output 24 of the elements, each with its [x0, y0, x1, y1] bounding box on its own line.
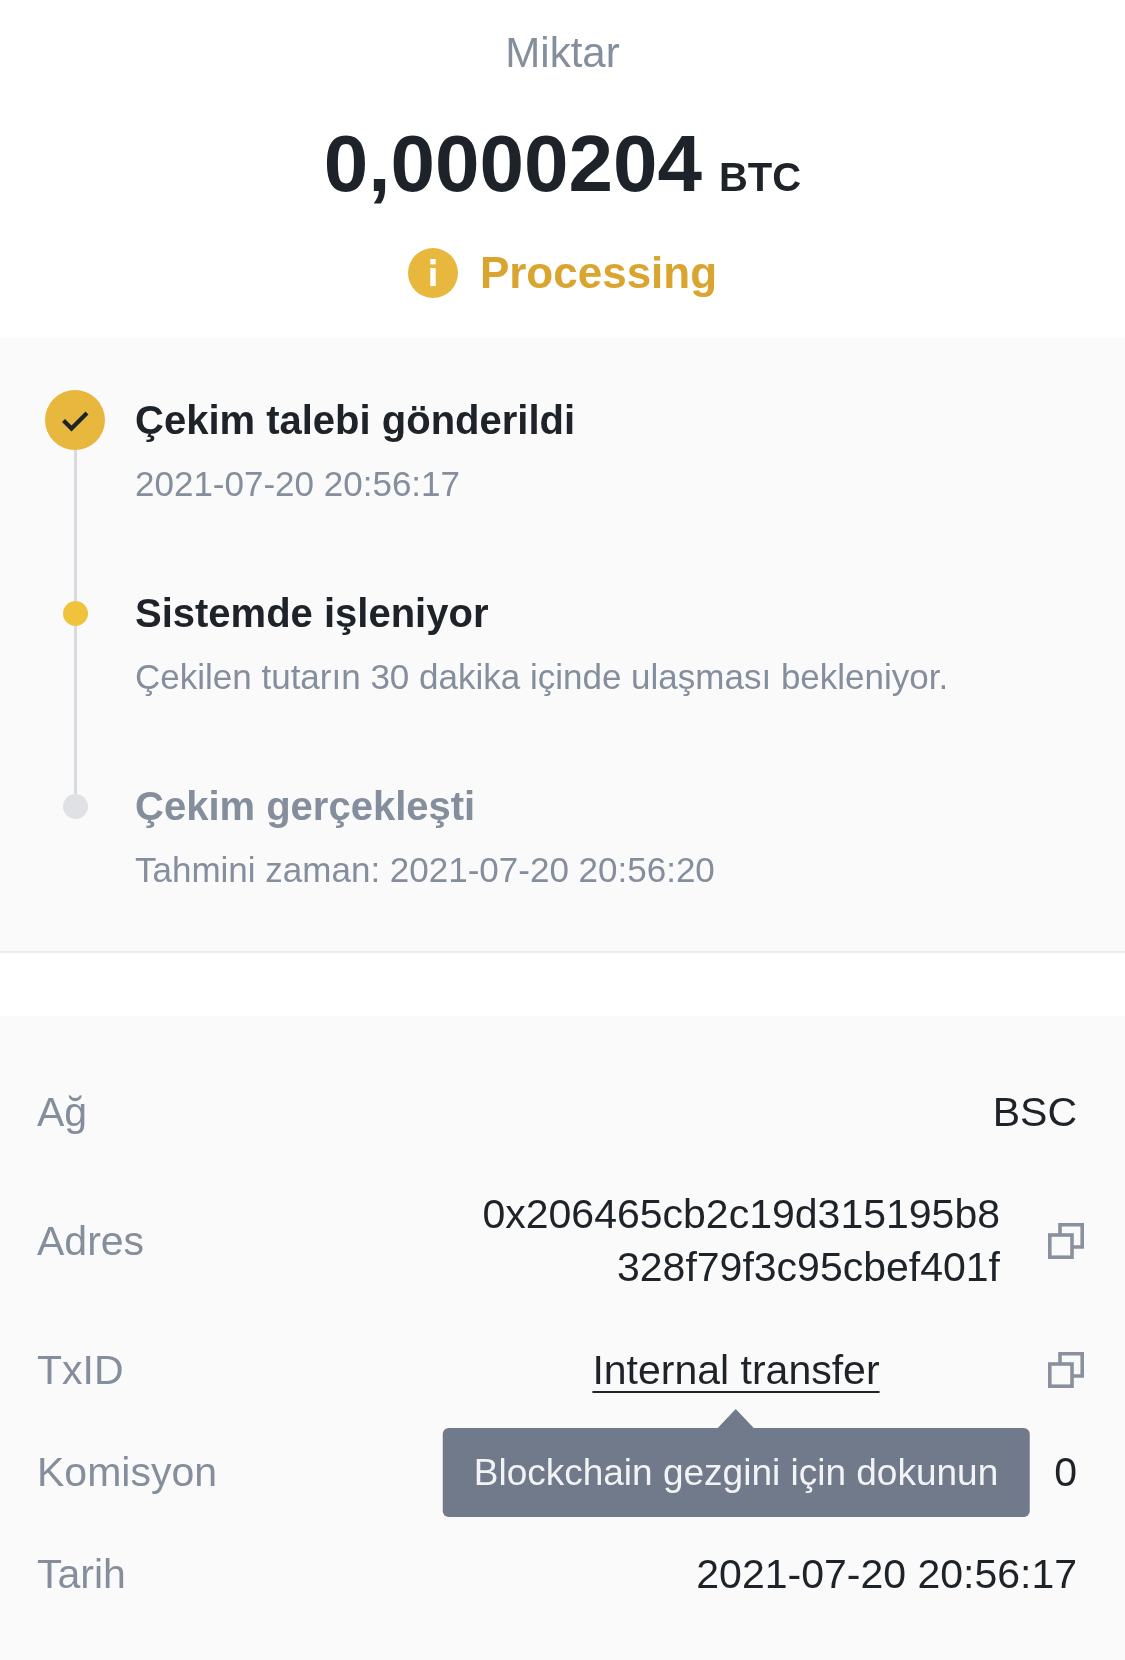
step-title: Çekim gerçekleşti	[135, 783, 477, 830]
detail-value: BSC	[992, 1088, 1077, 1137]
step-detail: Tahmini zaman: 2021-07-20 20:56:20	[135, 849, 715, 891]
step-detail: Çekilen tutarın 30 dakika içinde ulaşması bekleniyor.	[135, 656, 949, 698]
detail-label: Adres	[37, 1217, 145, 1266]
detail-value: 2021-07-20 20:56:17	[696, 1550, 1077, 1599]
step-detail: 2021-07-20 20:56:17	[135, 463, 461, 505]
detail-label: Ağ	[37, 1088, 88, 1137]
transaction-link[interactable]: Internal transfer	[592, 1344, 880, 1396]
detail-label: TxID	[37, 1346, 124, 1395]
info-icon	[407, 248, 458, 298]
detail-value: 0	[1054, 1448, 1077, 1497]
detail-label: Tarih	[37, 1550, 126, 1599]
detail-label: Komisyon	[37, 1448, 217, 1497]
step-title: Sistemde işleniyor	[135, 590, 490, 637]
tooltip-text: Blockchain gezgini için dokunun	[473, 1451, 999, 1495]
amount-unit: BTC	[718, 154, 802, 201]
copy-icon[interactable]	[1048, 1352, 1084, 1388]
step-title: Çekim talebi gönderildi	[135, 397, 576, 444]
address-text: 0x206465cb2c19d315195b8328f79f3c95cbef401f	[481, 1190, 1000, 1292]
amount-value: 0,0000204	[323, 118, 702, 210]
amount-label: Miktar	[505, 28, 620, 78]
status-label: Processing	[479, 247, 718, 299]
copy-icon[interactable]	[1048, 1223, 1084, 1259]
